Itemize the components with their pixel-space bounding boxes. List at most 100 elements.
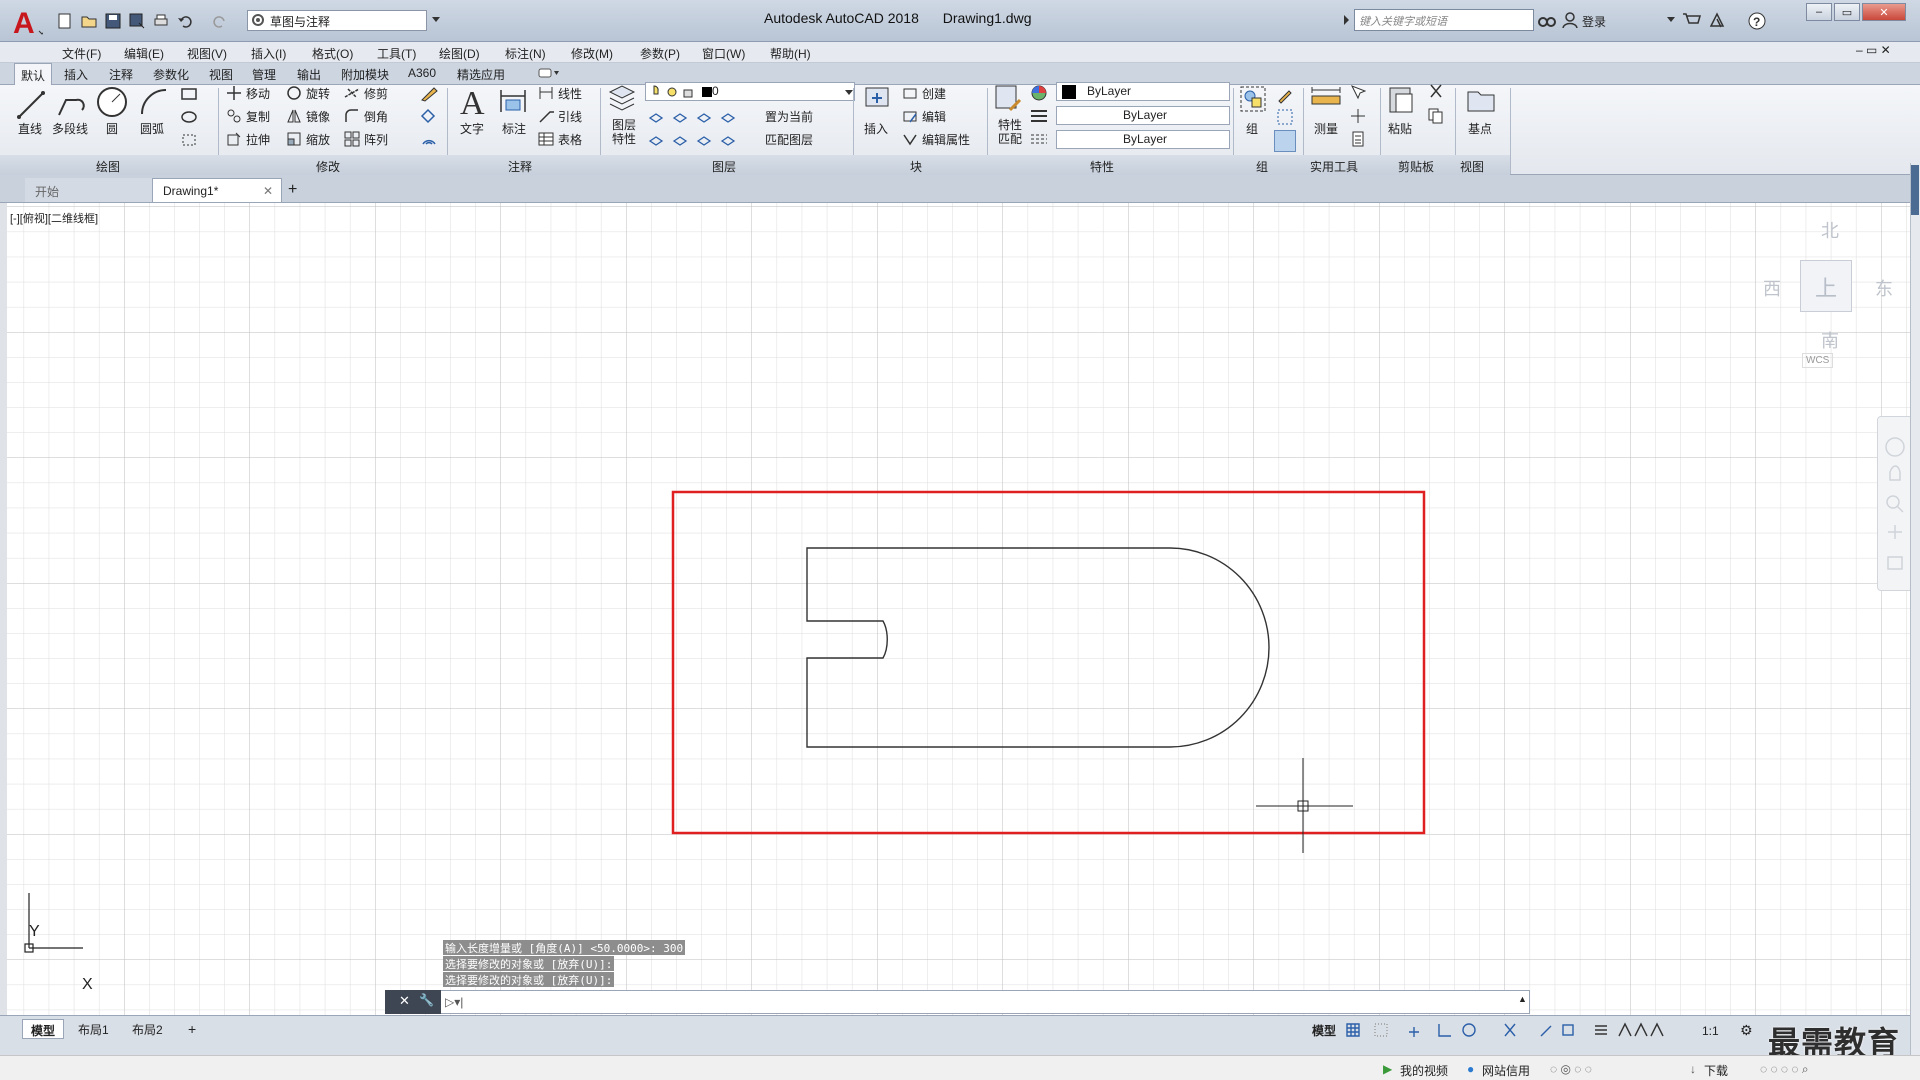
point-icon[interactable] [1350, 108, 1366, 124]
viewcube-top-face[interactable]: 上 [1800, 260, 1852, 312]
drawing-canvas[interactable]: [-][俯视][二维线框] Y X 北 西 东 南 上 WCS [7, 203, 1912, 1015]
edit-attribute-button[interactable]: 编辑属性 [922, 131, 970, 148]
tab-addins[interactable]: 附加模块 [341, 66, 389, 83]
line-button[interactable]: 直线 [18, 120, 42, 137]
array-button[interactable]: 阵列 [364, 131, 388, 148]
command-prompt-icon[interactable]: ▷▾| [445, 995, 463, 1009]
linetype-dropdown[interactable]: ByLayer [1056, 130, 1230, 149]
move-button[interactable]: 移动 [246, 85, 270, 102]
rectangle-icon[interactable] [180, 86, 200, 102]
tab-manage[interactable]: 管理 [252, 66, 276, 83]
group-select-toggle-icon[interactable] [1274, 130, 1296, 152]
tray-icons-right[interactable]: ◌ ◌ ◌ ◌ ⌕ [1760, 1062, 1809, 1077]
panel-title-annotation[interactable]: 注释 [508, 158, 532, 175]
tab-output[interactable]: 输出 [297, 66, 321, 83]
layer-properties-button[interactable]: 图层 特性 [612, 118, 636, 146]
tab-parametric[interactable]: 参数化 [153, 66, 189, 83]
tab-annotate[interactable]: 注释 [109, 66, 133, 83]
status-model-button[interactable]: 模型 [1312, 1022, 1336, 1039]
viewcube-west[interactable]: 西 [1763, 275, 1781, 301]
polyline-icon[interactable] [56, 90, 86, 120]
insert-button[interactable]: 插入 [864, 120, 888, 137]
arc-icon[interactable] [138, 86, 170, 118]
arc-button[interactable]: 圆弧 [140, 120, 164, 137]
trim-button[interactable]: 修剪 [364, 85, 388, 102]
layer-tools-row1-icons[interactable] [648, 108, 744, 124]
erase-icon[interactable] [420, 84, 438, 102]
tab-drawing1[interactable]: Drawing1* ✕ [152, 178, 282, 202]
panel-title-block[interactable]: 块 [910, 158, 922, 175]
tab-featured-apps[interactable]: 精选应用 [457, 66, 505, 83]
cart-icon[interactable] [1682, 12, 1702, 28]
cut-icon[interactable] [1428, 84, 1444, 100]
edit-block-button[interactable]: 编辑 [922, 108, 946, 125]
doc-window-controls[interactable]: – ▭ ✕ [1856, 43, 1891, 57]
net-credit-link[interactable]: 网站信用 [1482, 1062, 1530, 1079]
tab-insert[interactable]: 插入 [64, 66, 88, 83]
paste-icon[interactable] [1386, 84, 1416, 114]
text-button[interactable]: 文字 [460, 120, 484, 137]
help-icon[interactable]: ? [1748, 12, 1766, 30]
minimize-button[interactable]: – [1806, 3, 1832, 21]
viewport-controls-label[interactable]: [-][俯视][二维线框] [10, 210, 98, 226]
command-line-handle[interactable]: ✕ 🔧 [385, 990, 441, 1014]
explode-icon[interactable] [420, 108, 438, 124]
new-tab-button[interactable]: + [284, 178, 306, 202]
match-properties-button[interactable]: 特性 匹配 [998, 118, 1022, 146]
customize-wrench-icon[interactable]: 🔧 [419, 993, 434, 1007]
binoculars-icon[interactable] [1538, 12, 1556, 28]
panel-title-groups[interactable]: 组 [1256, 158, 1268, 175]
panel-title-clipboard[interactable]: 剪贴板 [1398, 158, 1434, 175]
panel-title-utilities[interactable]: 实用工具 [1310, 158, 1358, 175]
a360-icon[interactable] [1708, 11, 1730, 29]
menu-parametric[interactable]: 参数(P) [640, 45, 680, 62]
scrollbar-thumb[interactable] [1911, 165, 1919, 215]
stretch-button[interactable]: 拉伸 [246, 131, 270, 148]
offset-icon[interactable] [420, 131, 438, 147]
scale-button[interactable]: 缩放 [306, 131, 330, 148]
viewcube-north[interactable]: 北 [1821, 217, 1839, 243]
layout-tab-layout1[interactable]: 布局1 [70, 1019, 117, 1039]
menu-file[interactable]: 文件(F) [62, 45, 101, 62]
base-view-icon[interactable] [1466, 86, 1496, 114]
copy-clip-icon[interactable] [1428, 108, 1444, 124]
rotate-button[interactable]: 旋转 [306, 85, 330, 102]
menu-view[interactable]: 视图(V) [187, 45, 227, 62]
menu-edit[interactable]: 编辑(E) [124, 45, 164, 62]
tab-view[interactable]: 视图 [209, 66, 233, 83]
panel-title-draw[interactable]: 绘图 [96, 158, 120, 175]
close-tab-icon[interactable]: ✕ [263, 184, 273, 198]
vertical-scrollbar[interactable] [1910, 163, 1920, 1055]
panel-title-view[interactable]: 视图 [1460, 158, 1484, 175]
panel-title-modify[interactable]: 修改 [316, 158, 340, 175]
ribbon-minimize-icon[interactable] [538, 67, 560, 79]
open-folder-icon[interactable] [79, 11, 99, 31]
redo-icon[interactable] [210, 11, 230, 31]
tab-a360[interactable]: A360 [408, 66, 436, 80]
circle-icon[interactable] [96, 86, 128, 118]
menu-help[interactable]: 帮助(H) [770, 45, 811, 62]
close-button[interactable]: ✕ [1862, 3, 1906, 21]
quick-select-icon[interactable] [1350, 84, 1366, 100]
insert-block-icon[interactable] [862, 84, 892, 114]
application-menu-button[interactable]: A [4, 3, 48, 41]
base-view-button[interactable]: 基点 [1468, 120, 1492, 137]
line-icon[interactable] [16, 90, 46, 120]
match-layer-button[interactable]: 匹配图层 [765, 131, 813, 148]
save-icon[interactable] [103, 11, 123, 31]
workspace-select[interactable]: 草图与注释 [247, 10, 427, 31]
measure-icon[interactable] [1310, 86, 1342, 114]
tab-start[interactable]: 开始 [25, 178, 153, 202]
leader-button[interactable]: 引线 [558, 108, 582, 125]
polyline-button[interactable]: 多段线 [52, 120, 88, 137]
dimension-button[interactable]: 标注 [502, 120, 526, 137]
text-icon[interactable]: A [458, 84, 488, 118]
layer-properties-icon[interactable] [608, 84, 636, 114]
viewcube-south[interactable]: 南 [1821, 327, 1839, 353]
search-expand-icon[interactable] [1343, 14, 1351, 26]
ungroup-icon[interactable] [1276, 86, 1294, 104]
annotation-scale[interactable]: 1:1 [1702, 1024, 1719, 1038]
login-button[interactable]: 登录 [1582, 13, 1606, 30]
viewcube-east[interactable]: 东 [1875, 275, 1893, 301]
menu-format[interactable]: 格式(O) [312, 45, 353, 62]
